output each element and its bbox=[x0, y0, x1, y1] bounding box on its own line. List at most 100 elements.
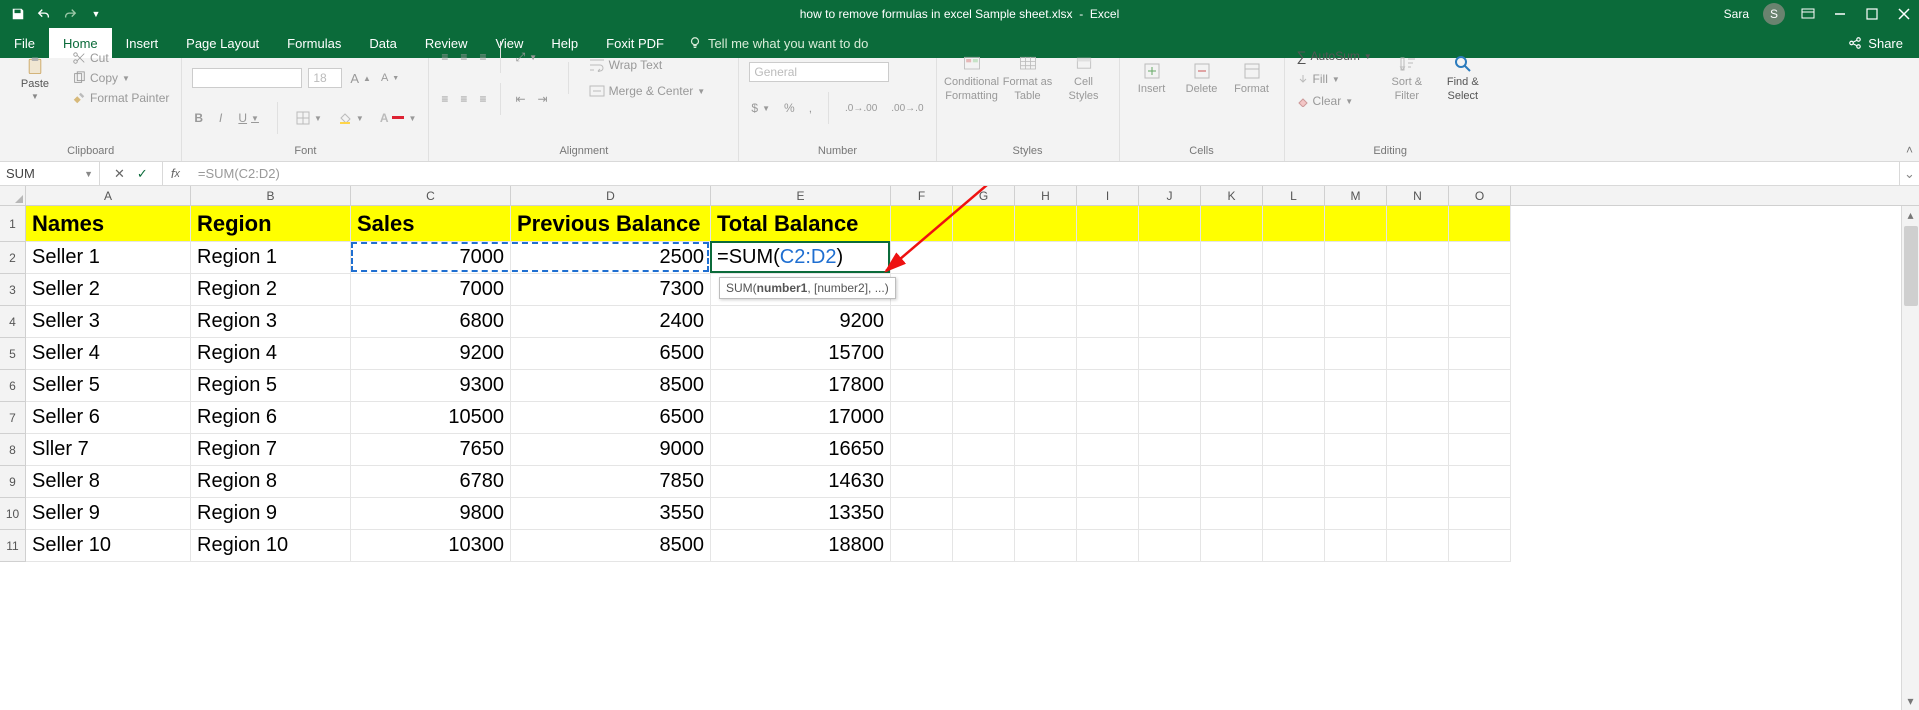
cell-A11[interactable]: Seller 10 bbox=[26, 530, 191, 562]
cell-C2[interactable]: 7000 bbox=[351, 242, 511, 274]
share-button[interactable]: Share bbox=[1832, 28, 1919, 58]
cell-M10[interactable] bbox=[1325, 498, 1387, 530]
cell-N2[interactable] bbox=[1387, 242, 1449, 274]
font-size-input[interactable] bbox=[308, 68, 342, 88]
cell-C10[interactable]: 9800 bbox=[351, 498, 511, 530]
cell-B6[interactable]: Region 5 bbox=[191, 370, 351, 402]
cell-A5[interactable]: Seller 4 bbox=[26, 338, 191, 370]
cell-L10[interactable] bbox=[1263, 498, 1325, 530]
cell-D3[interactable]: 7300 bbox=[511, 274, 711, 306]
cell-A7[interactable]: Seller 6 bbox=[26, 402, 191, 434]
fill-button[interactable]: Fill▼ bbox=[1295, 71, 1374, 87]
redo-icon[interactable] bbox=[62, 6, 78, 22]
cell-M8[interactable] bbox=[1325, 434, 1387, 466]
column-header-K[interactable]: K bbox=[1201, 186, 1263, 205]
cell-I7[interactable] bbox=[1077, 402, 1139, 434]
cell-A1[interactable]: Names bbox=[26, 206, 191, 242]
minimize-icon[interactable] bbox=[1831, 5, 1849, 23]
row-header[interactable]: 10 bbox=[0, 498, 26, 530]
cell-B3[interactable]: Region 2 bbox=[191, 274, 351, 306]
increase-indent-icon[interactable]: ⇥ bbox=[536, 91, 550, 107]
cell-J10[interactable] bbox=[1139, 498, 1201, 530]
cell-F8[interactable] bbox=[891, 434, 953, 466]
cell-D1[interactable]: Previous Balance bbox=[511, 206, 711, 242]
cell-L11[interactable] bbox=[1263, 530, 1325, 562]
align-center-icon[interactable]: ≡ bbox=[458, 91, 469, 107]
column-header-E[interactable]: E bbox=[711, 186, 891, 205]
cell-K4[interactable] bbox=[1201, 306, 1263, 338]
cell-M6[interactable] bbox=[1325, 370, 1387, 402]
insert-cells-button[interactable]: Insert bbox=[1130, 61, 1174, 95]
cell-E6[interactable]: 17800 bbox=[711, 370, 891, 402]
cell-G7[interactable] bbox=[953, 402, 1015, 434]
format-as-table-button[interactable]: Format asTable bbox=[1003, 54, 1053, 102]
cell-D7[interactable]: 6500 bbox=[511, 402, 711, 434]
cell-E4[interactable]: 9200 bbox=[711, 306, 891, 338]
cell-L9[interactable] bbox=[1263, 466, 1325, 498]
row-header[interactable]: 2 bbox=[0, 242, 26, 274]
close-icon[interactable] bbox=[1895, 5, 1913, 23]
cell-C9[interactable]: 6780 bbox=[351, 466, 511, 498]
cell-E2[interactable]: =SUM(C2:D2) bbox=[711, 242, 891, 274]
merge-center-button[interactable]: Merge & Center▼ bbox=[587, 83, 708, 99]
cell-D11[interactable]: 8500 bbox=[511, 530, 711, 562]
column-header-G[interactable]: G bbox=[953, 186, 1015, 205]
cell-M3[interactable] bbox=[1325, 274, 1387, 306]
cell-F4[interactable] bbox=[891, 306, 953, 338]
comma-format-icon[interactable]: , bbox=[807, 100, 814, 116]
column-header-D[interactable]: D bbox=[511, 186, 711, 205]
column-header-B[interactable]: B bbox=[191, 186, 351, 205]
cell-H5[interactable] bbox=[1015, 338, 1077, 370]
cell-I10[interactable] bbox=[1077, 498, 1139, 530]
cell-N3[interactable] bbox=[1387, 274, 1449, 306]
fill-color-button[interactable]: ▼ bbox=[336, 110, 366, 126]
tab-file[interactable]: File bbox=[0, 28, 49, 58]
cell-I11[interactable] bbox=[1077, 530, 1139, 562]
increase-decimal-icon[interactable]: .0→.00 bbox=[843, 102, 879, 115]
conditional-formatting-button[interactable]: ConditionalFormatting bbox=[947, 54, 997, 102]
user-avatar[interactable]: S bbox=[1763, 3, 1785, 25]
cell-G1[interactable] bbox=[953, 206, 1015, 242]
cell-B2[interactable]: Region 1 bbox=[191, 242, 351, 274]
cell-B5[interactable]: Region 4 bbox=[191, 338, 351, 370]
tab-formulas[interactable]: Formulas bbox=[273, 28, 355, 58]
cell-F10[interactable] bbox=[891, 498, 953, 530]
save-icon[interactable] bbox=[10, 6, 26, 22]
delete-cells-button[interactable]: Delete bbox=[1180, 61, 1224, 95]
clear-button[interactable]: Clear▼ bbox=[1295, 93, 1374, 109]
cell-C3[interactable]: 7000 bbox=[351, 274, 511, 306]
scroll-up-icon[interactable]: ▴ bbox=[1902, 206, 1919, 224]
collapse-ribbon-icon[interactable]: ˄ bbox=[1906, 143, 1913, 157]
cell-H10[interactable] bbox=[1015, 498, 1077, 530]
cell-B8[interactable]: Region 7 bbox=[191, 434, 351, 466]
user-name[interactable]: Sara bbox=[1724, 7, 1749, 21]
cell-G2[interactable] bbox=[953, 242, 1015, 274]
cell-J3[interactable] bbox=[1139, 274, 1201, 306]
underline-button[interactable]: U ▼ bbox=[236, 110, 261, 126]
cell-N1[interactable] bbox=[1387, 206, 1449, 242]
cell-L8[interactable] bbox=[1263, 434, 1325, 466]
cell-D5[interactable]: 6500 bbox=[511, 338, 711, 370]
row-header[interactable]: 6 bbox=[0, 370, 26, 402]
cell-L1[interactable] bbox=[1263, 206, 1325, 242]
cut-button[interactable]: Cut bbox=[70, 50, 171, 66]
cell-H4[interactable] bbox=[1015, 306, 1077, 338]
copy-button[interactable]: Copy▼ bbox=[70, 70, 171, 86]
scroll-down-icon[interactable]: ▾ bbox=[1902, 692, 1919, 710]
cell-B11[interactable]: Region 10 bbox=[191, 530, 351, 562]
tell-me-search[interactable]: Tell me what you want to do bbox=[688, 28, 868, 58]
accounting-format-icon[interactable]: $ ▼ bbox=[749, 100, 772, 116]
tab-foxit-pdf[interactable]: Foxit PDF bbox=[592, 28, 678, 58]
align-bottom-icon[interactable]: ≡ bbox=[477, 49, 488, 65]
cell-G10[interactable] bbox=[953, 498, 1015, 530]
cell-I6[interactable] bbox=[1077, 370, 1139, 402]
cell-N4[interactable] bbox=[1387, 306, 1449, 338]
percent-format-icon[interactable]: % bbox=[782, 100, 797, 116]
cell-C4[interactable]: 6800 bbox=[351, 306, 511, 338]
paste-button[interactable]: Paste ▼ bbox=[10, 56, 60, 101]
tab-page-layout[interactable]: Page Layout bbox=[172, 28, 273, 58]
cell-E10[interactable]: 13350 bbox=[711, 498, 891, 530]
cell-G8[interactable] bbox=[953, 434, 1015, 466]
cell-J6[interactable] bbox=[1139, 370, 1201, 402]
borders-button[interactable]: ▼ bbox=[294, 110, 324, 126]
